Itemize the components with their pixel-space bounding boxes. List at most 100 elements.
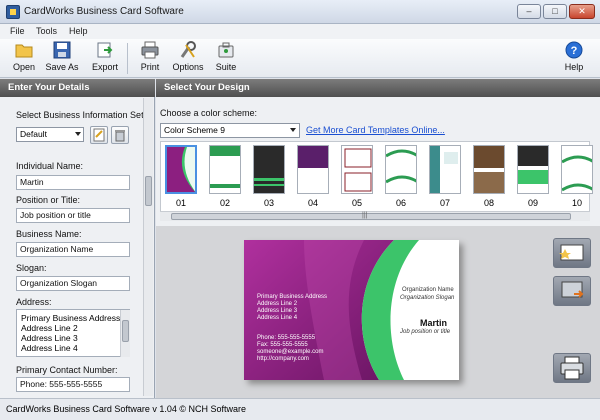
thumb-number: 04 — [307, 198, 318, 208]
print-button[interactable]: Print — [136, 41, 164, 76]
minimize-button[interactable]: – — [517, 4, 541, 19]
position-label: Position or Title: — [16, 195, 81, 205]
address-line: Address Line 3 — [21, 333, 78, 343]
color-scheme-value: Color Scheme 9 — [164, 125, 225, 135]
thumb-number: 08 — [483, 198, 494, 208]
maximize-button[interactable]: □ — [543, 4, 567, 19]
folder-icon — [15, 41, 33, 59]
details-scroll-thumb[interactable] — [145, 176, 152, 206]
export-icon — [96, 41, 114, 59]
template-thumb-10[interactable] — [561, 145, 593, 194]
info-set-select[interactable]: Default — [16, 127, 84, 142]
card-org-slogan: Organization Slogan — [400, 295, 455, 301]
slogan-label: Slogan: — [16, 263, 47, 273]
card-person-name: Martin — [420, 318, 447, 328]
position-input[interactable]: Job position or title — [16, 208, 130, 223]
print-label: Print — [140, 62, 160, 72]
open-label: Open — [12, 62, 36, 72]
info-set-label: Select Business Information Set — [16, 110, 144, 120]
template-scrollbar[interactable]: ||| — [160, 211, 590, 221]
open-button[interactable]: Open — [10, 41, 38, 76]
menu-tools[interactable]: Tools — [36, 26, 57, 36]
card-person-title: Job position or title — [400, 329, 451, 335]
options-icon — [179, 41, 197, 59]
template-thumb-03[interactable] — [253, 145, 285, 194]
scheme-label: Choose a color scheme: — [160, 108, 258, 118]
contact-input[interactable]: Phone: 555-555-5555 — [16, 377, 130, 392]
card-address-line: Address Line 2 — [257, 301, 298, 307]
template-thumb-04[interactable] — [297, 145, 329, 194]
card-back-button[interactable] — [553, 276, 591, 306]
individual-name-label: Individual Name: — [16, 161, 84, 171]
thumb-number: 03 — [263, 198, 274, 208]
address-label: Address: — [16, 297, 52, 307]
card-address-line: Address Line 3 — [257, 308, 298, 314]
template-scroll-thumb[interactable]: ||| — [171, 212, 571, 220]
menu-help[interactable]: Help — [69, 26, 88, 36]
export-button[interactable]: Export — [90, 41, 120, 76]
suite-label: Suite — [215, 62, 237, 72]
title-bar: CardWorks Business Card Software – □ ✕ — [0, 0, 600, 24]
chevron-down-icon — [290, 128, 296, 132]
export-label: Export — [91, 62, 118, 72]
card-fax: Fax: 555-555-5555 — [257, 342, 308, 348]
info-set-value: Default — [20, 129, 47, 139]
card-website: http://company.com — [257, 356, 309, 362]
floppy-disk-icon — [53, 41, 71, 59]
toolbar: Open Save As Export Print Options Suite … — [0, 39, 600, 78]
thumb-number: 09 — [527, 198, 538, 208]
address-scroll-thumb[interactable] — [122, 320, 129, 342]
business-name-label: Business Name: — [16, 229, 82, 239]
card-address-line: Address Line 4 — [257, 315, 298, 321]
more-templates-link[interactable]: Get More Card Templates Online... — [306, 125, 445, 135]
options-button[interactable]: Options — [170, 41, 206, 76]
details-scrollbar[interactable] — [143, 98, 153, 396]
template-thumb-05[interactable] — [341, 145, 373, 194]
menu-file[interactable]: File — [10, 26, 25, 36]
delete-info-set-button[interactable] — [111, 126, 129, 144]
template-thumb-09[interactable] — [517, 145, 549, 194]
thumb-number: 10 — [571, 198, 582, 208]
card-address-line: Primary Business Address — [257, 294, 328, 300]
scroll-grip: ||| — [362, 212, 368, 219]
suite-icon — [217, 41, 235, 59]
template-thumb-01[interactable] — [165, 145, 197, 194]
card-front-icon — [559, 244, 584, 261]
thumb-number: 07 — [439, 198, 450, 208]
window-title: CardWorks Business Card Software — [24, 6, 184, 17]
template-thumb-07[interactable] — [429, 145, 461, 194]
card-back-icon — [561, 281, 584, 298]
card-phone: Phone: 555-555-5555 — [257, 335, 316, 341]
svg-text:?: ? — [571, 45, 578, 57]
edit-icon — [93, 128, 105, 142]
help-button[interactable]: ? Help — [562, 41, 586, 76]
template-thumb-08[interactable] — [473, 145, 505, 194]
card-front-button[interactable] — [553, 238, 591, 268]
address-textarea[interactable]: Primary Business Address Address Line 2 … — [16, 309, 130, 357]
template-thumb-02[interactable] — [209, 145, 241, 194]
status-bar: CardWorks Business Card Software v 1.04 … — [0, 398, 600, 420]
template-thumb-06[interactable] — [385, 145, 417, 194]
details-header: Enter Your Details — [0, 79, 155, 97]
print-card-button[interactable] — [553, 353, 591, 383]
save-as-label: Save As — [45, 62, 79, 72]
menu-bar: File Tools Help — [0, 24, 600, 39]
save-as-button[interactable]: Save As — [44, 41, 80, 76]
suite-button[interactable]: Suite — [212, 41, 240, 76]
individual-name-input[interactable]: Martin — [16, 175, 130, 190]
address-scrollbar[interactable] — [120, 310, 130, 357]
app-icon — [6, 5, 20, 19]
address-line: Primary Business Address — [21, 313, 121, 323]
business-name-input[interactable]: Organization Name — [16, 242, 130, 257]
thumb-number: 05 — [351, 198, 362, 208]
close-button[interactable]: ✕ — [569, 4, 595, 19]
slogan-input[interactable]: Organization Slogan — [16, 276, 130, 291]
printer-icon — [141, 41, 159, 59]
help-icon: ? — [565, 41, 583, 59]
design-header: Select Your Design — [156, 79, 600, 97]
thumb-number: 02 — [219, 198, 230, 208]
address-line: Address Line 2 — [21, 323, 78, 333]
thumb-number: 01 — [175, 198, 186, 208]
edit-info-set-button[interactable] — [90, 126, 108, 144]
color-scheme-select[interactable]: Color Scheme 9 — [160, 123, 300, 138]
